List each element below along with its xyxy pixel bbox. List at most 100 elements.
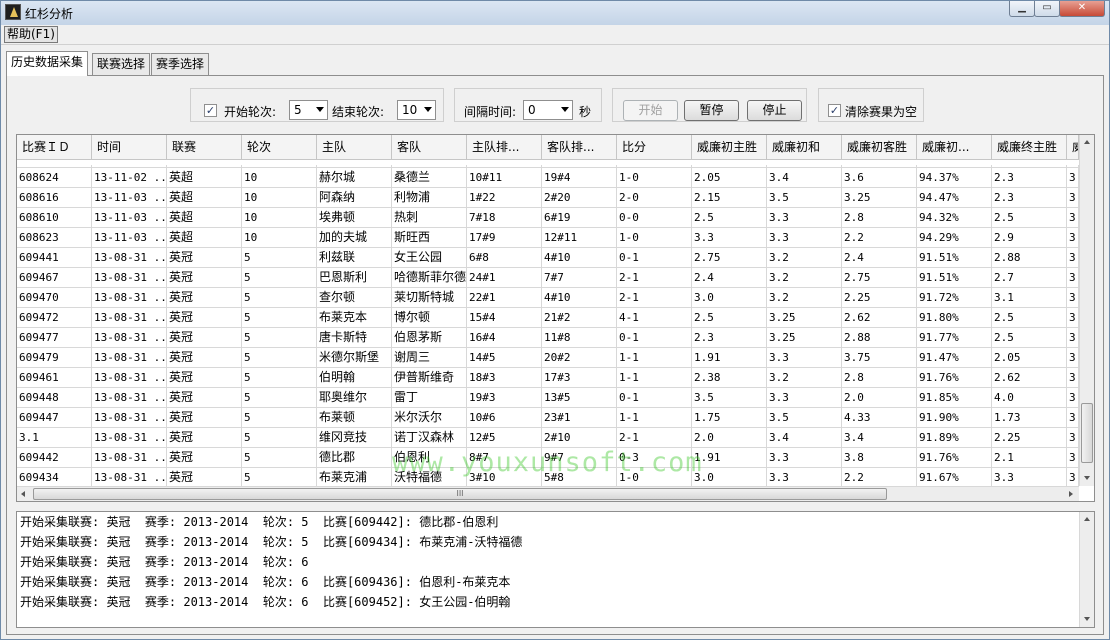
column-header[interactable]: 威廉终主胜 xyxy=(992,135,1067,160)
table-cell: 利兹联 xyxy=(317,248,392,268)
column-header[interactable]: 威廉初... xyxy=(917,135,992,160)
maximize-button[interactable]: ▭ xyxy=(1034,1,1060,17)
stop-button[interactable]: 停止 xyxy=(747,100,802,121)
chevron-down-icon xyxy=(316,107,324,112)
scroll-right-icon[interactable] xyxy=(1069,491,1073,497)
tab-season-select[interactable]: 赛季选择 xyxy=(151,53,210,75)
table-row[interactable]: 609477 13-08-31 ... 英冠 5 唐卡斯特 伯恩茅斯 16#4 11#8 0-1… xyxy=(17,328,1079,348)
match-data-grid[interactable]: 比赛ＩＤ 时间 联赛 轮次 主队 客队 主队排... 客队排... 比分 威廉初主胜 威廉初和 威廉初… xyxy=(16,134,1095,502)
scroll-up-icon[interactable] xyxy=(1084,517,1090,521)
collection-log[interactable]: 开始采集联赛: 英冠 赛季: 2013-2014 轮次: 5 比赛[609442… xyxy=(16,511,1095,628)
table-cell: 10 xyxy=(242,188,317,208)
scroll-left-icon[interactable] xyxy=(21,491,25,497)
table-cell: 13-08-31 ... xyxy=(92,248,167,268)
title-bar[interactable]: 红杉分析 ▁ ▭ ✕ xyxy=(1,1,1109,25)
table-row[interactable]: 609472 13-08-31 ... 英冠 5 布莱克本 博尔顿 15#4 21#2 4-1 2… xyxy=(17,308,1079,328)
table-row[interactable]: 608623 13-11-03 ... 英超 10 加的夫城 斯旺西 17#9 12#11 1-… xyxy=(17,228,1079,248)
table-row[interactable]: 608624 13-11-02 ... 英超 10 赫尔城 桑德兰 10#11 19#4 1-0… xyxy=(17,168,1079,188)
table-cell: 2.0 xyxy=(842,388,917,408)
table-row[interactable]: 609448 13-08-31 ... 英冠 5 耶奥维尔 雷丁 19#3 13#5 0-1 3.… xyxy=(17,388,1079,408)
table-row[interactable]: 609467 13-08-31 ... 英冠 5 巴恩斯利 哈德斯菲尔德 24#1 7#7 2-… xyxy=(17,268,1079,288)
table-row[interactable]: 609470 13-08-31 ... 英冠 5 查尔顿 莱切斯特城 22#1 4#10 2-1… xyxy=(17,288,1079,308)
table-cell: 91.90% xyxy=(917,408,992,428)
column-header[interactable]: 联赛 xyxy=(167,135,242,160)
column-header[interactable]: 比赛ＩＤ xyxy=(17,135,92,160)
table-cell: 女王公园 xyxy=(392,248,467,268)
table-cell: 3.75 xyxy=(842,348,917,368)
table-cell: 5 xyxy=(242,348,317,368)
clear-empty-results-checkbox[interactable]: ✓ xyxy=(828,104,841,117)
start-round-checkbox[interactable]: ✓ xyxy=(204,104,217,117)
column-header[interactable]: 主队 xyxy=(317,135,392,160)
table-cell: 利物浦 xyxy=(392,188,467,208)
table-cell: 5 xyxy=(242,328,317,348)
pause-button[interactable]: 暂停 xyxy=(684,100,739,121)
table-cell: 3.3 xyxy=(767,448,842,468)
table-cell: 17#9 xyxy=(467,228,542,248)
log-vertical-scrollbar[interactable] xyxy=(1079,512,1094,627)
tab-history-data[interactable]: 历史数据采集 xyxy=(6,51,89,76)
table-cell: 2.05 xyxy=(992,348,1067,368)
table-cell: 1.91 xyxy=(692,448,767,468)
scroll-down-icon[interactable] xyxy=(1084,476,1090,480)
table-cell: 4-1 xyxy=(617,308,692,328)
table-row[interactable]: 609442 13-08-31 ... 英冠 5 德比郡 伯恩利 8#7 9#7 0-3 1.91… xyxy=(17,448,1079,468)
grid-vertical-scroll-thumb[interactable] xyxy=(1081,403,1093,463)
table-row[interactable]: 609479 13-08-31 ... 英冠 5 米德尔斯堡 谢周三 14#5 20#2 1-1… xyxy=(17,348,1079,368)
start-button[interactable]: 开始 xyxy=(623,100,678,121)
column-header[interactable]: 威 xyxy=(1067,135,1079,160)
table-cell: 608610 xyxy=(17,208,92,228)
table-cell: 英冠 xyxy=(167,288,242,308)
column-header[interactable]: 时间 xyxy=(92,135,167,160)
table-cell: 2.05 xyxy=(692,168,767,188)
start-round-select[interactable]: 5 xyxy=(289,100,328,120)
grid-horizontal-scroll-thumb[interactable]: III xyxy=(33,488,887,500)
interval-select[interactable]: 0 xyxy=(523,100,573,120)
table-cell: 2.1 xyxy=(992,448,1067,468)
table-cell: 2-1 xyxy=(617,268,692,288)
column-header[interactable]: 威廉初客胜 xyxy=(842,135,917,160)
column-header[interactable]: 主队排... xyxy=(467,135,542,160)
tab-league-select[interactable]: 联赛选择 xyxy=(92,53,151,75)
column-header[interactable]: 威廉初和 xyxy=(767,135,842,160)
minimize-button[interactable]: ▁ xyxy=(1009,1,1035,17)
scroll-up-icon[interactable] xyxy=(1084,140,1090,144)
table-row[interactable]: 609447 13-08-31 ... 英冠 5 布莱顿 米尔沃尔 10#6 23#1 1-1 1… xyxy=(17,408,1079,428)
table-cell: 伯恩利 xyxy=(392,448,467,468)
table-cell: 2-1 xyxy=(617,288,692,308)
grid-horizontal-scrollbar[interactable]: III xyxy=(17,486,1079,501)
column-header[interactable]: 客队排... xyxy=(542,135,617,160)
table-cell: 13-08-31 ... xyxy=(92,448,167,468)
table-row[interactable]: 608616 13-11-03 ... 英超 10 阿森纳 利物浦 1#22 2#20 2-0 2… xyxy=(17,188,1079,208)
menu-bar: 帮助(F1) xyxy=(1,25,1109,45)
table-row[interactable]: 609441 13-08-31 ... 英冠 5 利兹联 女王公园 6#8 4#10 0-1 2.… xyxy=(17,248,1079,268)
table-cell: 诺丁汉森林 xyxy=(392,428,467,448)
table-cell: 4.0 xyxy=(992,388,1067,408)
table-cell: 91.89% xyxy=(917,428,992,448)
column-header[interactable]: 威廉初主胜 xyxy=(692,135,767,160)
table-cell: 2.2 xyxy=(842,228,917,248)
table-cell: 英超 xyxy=(167,168,242,188)
table-cell: 21#2 xyxy=(542,308,617,328)
chevron-down-icon xyxy=(424,107,432,112)
table-cell: 3.2 xyxy=(767,368,842,388)
menu-item-help[interactable]: 帮助(F1) xyxy=(4,26,58,43)
table-cell: 查尔顿 xyxy=(317,288,392,308)
column-header[interactable]: 比分 xyxy=(617,135,692,160)
table-cell: 13-08-31 ... xyxy=(92,408,167,428)
table-cell: 3. xyxy=(1067,428,1079,448)
table-row[interactable]: 608610 13-11-03 ... 英超 10 埃弗顿 热刺 7#18 6#19 0-0 2.… xyxy=(17,208,1079,228)
table-row[interactable]: 3.1 13-08-31 ... 英冠 5 维冈竞技 诺丁汉森林 12#5 2#10 2-1 2.… xyxy=(17,428,1079,448)
table-row[interactable]: 609461 13-08-31 ... 英冠 5 伯明翰 伊普斯维奇 18#3 17#3 1-1… xyxy=(17,368,1079,388)
column-header[interactable]: 客队 xyxy=(392,135,467,160)
table-cell: 3.6 xyxy=(842,168,917,188)
maximize-icon: ▭ xyxy=(1042,2,1052,13)
table-row[interactable]: 609434 13-08-31 ... 英冠 5 布莱克浦 沃特福德 3#10 5#8 1-0 3… xyxy=(17,468,1079,486)
scroll-down-icon[interactable] xyxy=(1084,617,1090,621)
grid-vertical-scrollbar[interactable] xyxy=(1079,135,1094,486)
table-cell: 伯恩茅斯 xyxy=(392,328,467,348)
end-round-select[interactable]: 10 xyxy=(397,100,436,120)
close-button[interactable]: ✕ xyxy=(1059,1,1105,17)
table-cell: 609434 xyxy=(17,468,92,486)
column-header[interactable]: 轮次 xyxy=(242,135,317,160)
